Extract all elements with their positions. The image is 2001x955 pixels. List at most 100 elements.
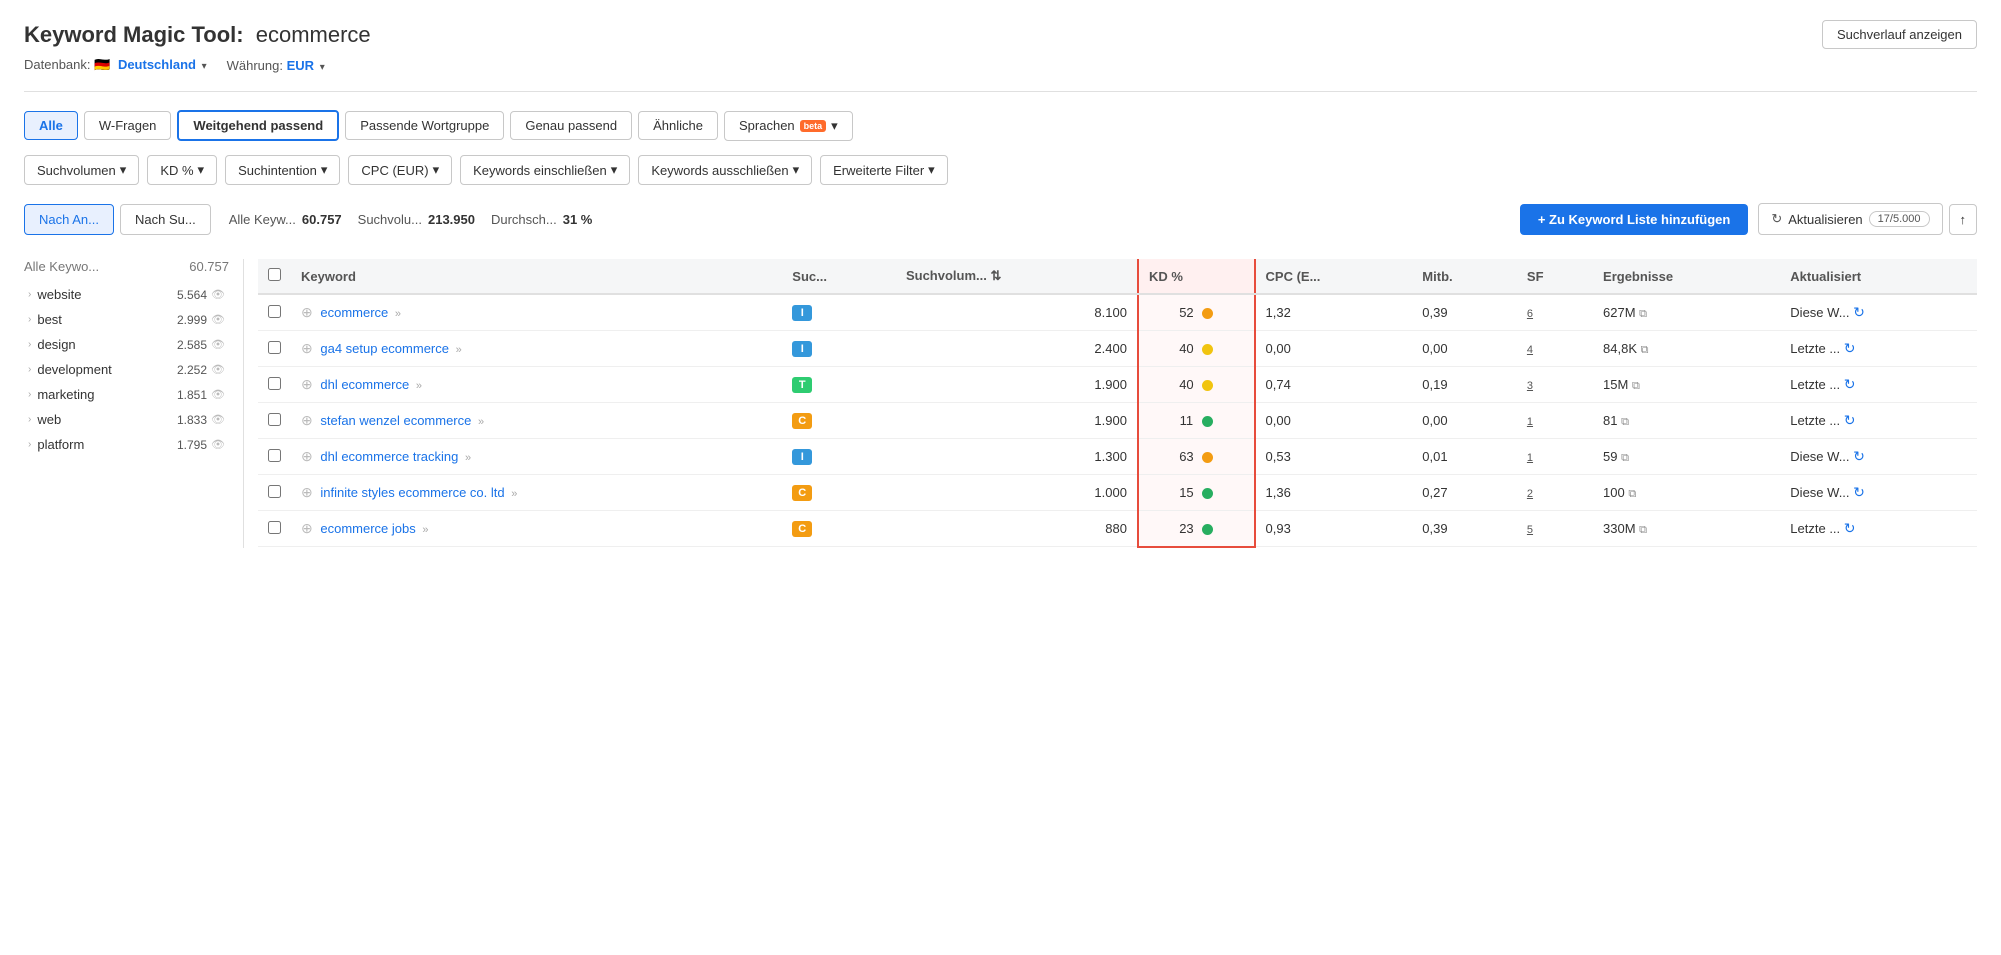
chevron-down-icon: ▾: [321, 162, 328, 178]
refresh-row-icon[interactable]: ↻: [1844, 340, 1856, 356]
refresh-row-icon[interactable]: ↻: [1853, 484, 1865, 500]
sf-link[interactable]: 1: [1527, 452, 1533, 464]
filter-einschliessen[interactable]: Keywords einschließen ▾: [460, 155, 630, 185]
filter-erweitert[interactable]: Erweiterte Filter ▾: [820, 155, 948, 185]
refresh-row-icon[interactable]: ↻: [1853, 304, 1865, 320]
tab-alle[interactable]: Alle: [24, 111, 78, 140]
intent-badge: T: [792, 377, 812, 393]
suchvolumen-cell: 1.300: [896, 439, 1138, 475]
keyword-link[interactable]: stefan wenzel ecommerce: [320, 413, 471, 428]
sf-cell: 1: [1517, 439, 1593, 475]
left-panel-item[interactable]: › platform 1.795 👁: [24, 432, 229, 457]
row-checkbox[interactable]: [268, 449, 281, 462]
sf-link[interactable]: 4: [1527, 344, 1533, 356]
sf-cell: 4: [1517, 331, 1593, 367]
row-checkbox[interactable]: [268, 485, 281, 498]
keyword-link[interactable]: ecommerce: [320, 305, 388, 320]
add-keyword-icon[interactable]: ⊕: [301, 448, 313, 464]
left-panel-item-name: marketing: [37, 387, 94, 402]
kd-cell: 15: [1138, 475, 1255, 511]
left-panel-item-name: design: [37, 337, 75, 352]
row-checkbox[interactable]: [268, 341, 281, 354]
mitb-cell: 0,01: [1412, 439, 1517, 475]
filter-ausschliessen[interactable]: Keywords ausschließen ▾: [638, 155, 812, 185]
suchverlauf-button[interactable]: Suchverlauf anzeigen: [1822, 20, 1977, 49]
refresh-row-icon[interactable]: ↻: [1844, 520, 1856, 536]
chevron-right-icon: ›: [28, 414, 31, 425]
sort-by-su-button[interactable]: Nach Su...: [120, 204, 211, 235]
left-panel-item[interactable]: › development 2.252 👁: [24, 357, 229, 382]
add-keyword-icon[interactable]: ⊕: [301, 412, 313, 428]
keyword-link[interactable]: ga4 setup ecommerce: [320, 341, 449, 356]
keyword-link[interactable]: ecommerce jobs: [320, 521, 415, 536]
currency-dropdown-icon[interactable]: ▾: [320, 62, 325, 73]
eye-icon[interactable]: 👁: [211, 438, 225, 451]
sf-cell: 5: [1517, 511, 1593, 547]
sort-by-an-button[interactable]: Nach An...: [24, 204, 114, 235]
currency-link[interactable]: EUR: [287, 58, 314, 73]
eye-icon[interactable]: 👁: [211, 388, 225, 401]
limit-badge: 17/5.000: [1869, 211, 1930, 227]
left-panel-item[interactable]: › website 5.564 👁: [24, 282, 229, 307]
keyword-link[interactable]: infinite styles ecommerce co. ltd: [320, 485, 504, 500]
left-panel-item[interactable]: › design 2.585 👁: [24, 332, 229, 357]
row-checkbox[interactable]: [268, 377, 281, 390]
filter-kd[interactable]: KD % ▾: [147, 155, 217, 185]
kd-dot: [1202, 344, 1213, 355]
sf-link[interactable]: 1: [1527, 416, 1533, 428]
tab-w-fragen[interactable]: W-Fragen: [84, 111, 172, 140]
add-keyword-icon[interactable]: ⊕: [301, 304, 313, 320]
tab-genau[interactable]: Genau passend: [510, 111, 632, 140]
table-row: ⊕ ecommerce » I 8.100 52 1,32 0,39 6 627…: [258, 294, 1977, 331]
filter-suchvolumen[interactable]: Suchvolumen ▾: [24, 155, 139, 185]
tab-passende[interactable]: Passende Wortgruppe: [345, 111, 504, 140]
row-checkbox[interactable]: [268, 521, 281, 534]
refresh-row-icon[interactable]: ↻: [1844, 376, 1856, 392]
sf-link[interactable]: 2: [1527, 488, 1533, 500]
add-keyword-button[interactable]: + Zu Keyword Liste hinzufügen: [1520, 204, 1748, 235]
tab-ahnliche[interactable]: Ähnliche: [638, 111, 718, 140]
sf-link[interactable]: 5: [1527, 524, 1533, 536]
left-panel-item[interactable]: › web 1.833 👁: [24, 407, 229, 432]
keyword-link[interactable]: dhl ecommerce tracking: [320, 449, 458, 464]
keyword-link[interactable]: dhl ecommerce: [320, 377, 409, 392]
aktualisiert-cell: Letzte ... ↻: [1780, 367, 1977, 403]
add-keyword-icon[interactable]: ⊕: [301, 520, 313, 536]
refresh-row-icon[interactable]: ↻: [1844, 412, 1856, 428]
mitb-cell: 0,00: [1412, 403, 1517, 439]
filter-suchintention[interactable]: Suchintention ▾: [225, 155, 340, 185]
kd-dot: [1202, 452, 1213, 463]
row-checkbox[interactable]: [268, 413, 281, 426]
refresh-row-icon[interactable]: ↻: [1853, 448, 1865, 464]
sf-cell: 6: [1517, 294, 1593, 331]
eye-icon[interactable]: 👁: [211, 313, 225, 326]
left-panel-item[interactable]: › best 2.999 👁: [24, 307, 229, 332]
copy-icon: ⧉: [1632, 380, 1640, 392]
aktualisieren-button[interactable]: ↻ Aktualisieren 17/5.000: [1758, 203, 1942, 235]
country-link[interactable]: Deutschland: [118, 57, 196, 72]
alle-keywords-label: Alle Keyw...: [229, 212, 296, 227]
tab-weitgehend[interactable]: Weitgehend passend: [177, 110, 339, 141]
add-keyword-icon[interactable]: ⊕: [301, 376, 313, 392]
country-dropdown-icon[interactable]: ▾: [202, 61, 207, 72]
eye-icon[interactable]: 👁: [211, 413, 225, 426]
keyword-cell: ⊕ ecommerce »: [291, 294, 782, 331]
eye-icon[interactable]: 👁: [211, 338, 225, 351]
tab-row: Alle W-Fragen Weitgehend passend Passend…: [24, 110, 1977, 141]
col-suchvolumen[interactable]: Suchvolum... ⇅: [896, 259, 1138, 294]
col-cpc: CPC (E...: [1255, 259, 1413, 294]
tab-sprachen[interactable]: Sprachen beta ▾: [724, 111, 853, 141]
eye-icon[interactable]: 👁: [211, 363, 225, 376]
export-button[interactable]: ↑: [1949, 204, 1978, 235]
sf-link[interactable]: 6: [1527, 308, 1533, 320]
keyword-arrows: »: [478, 416, 484, 428]
left-panel-item[interactable]: › marketing 1.851 👁: [24, 382, 229, 407]
sf-link[interactable]: 3: [1527, 380, 1533, 392]
add-keyword-icon[interactable]: ⊕: [301, 484, 313, 500]
add-keyword-icon[interactable]: ⊕: [301, 340, 313, 356]
col-mitb: Mitb.: [1412, 259, 1517, 294]
filter-cpc[interactable]: CPC (EUR) ▾: [348, 155, 452, 185]
row-checkbox[interactable]: [268, 305, 281, 318]
select-all-checkbox[interactable]: [268, 268, 281, 281]
eye-icon[interactable]: 👁: [211, 288, 225, 301]
